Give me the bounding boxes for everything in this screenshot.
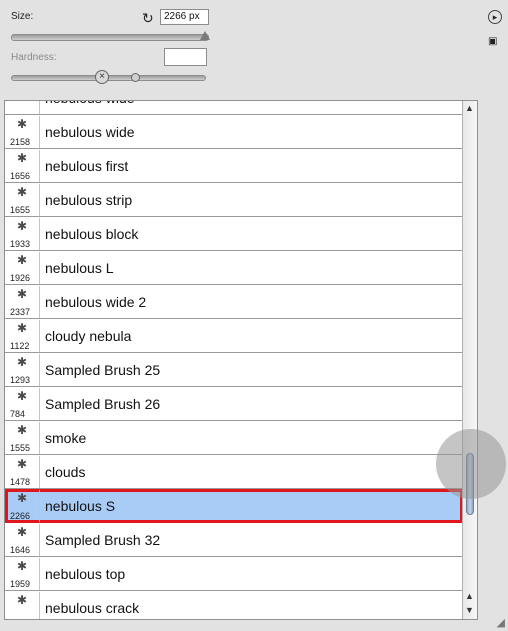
- brush-thumbnail: ✱ 2337: [9, 286, 40, 318]
- brush-thumbnail: ✱: [9, 101, 40, 114]
- brush-row[interactable]: ✱ 2337 nebulous wide 2: [5, 285, 463, 319]
- brush-size: 2266: [10, 511, 31, 521]
- brush-thumbnail: ✱ 1933: [9, 218, 40, 250]
- brush-row[interactable]: ✱ 2158 nebulous wide: [5, 115, 463, 149]
- brush-tip-icon: ✱: [17, 117, 28, 131]
- new-preset-icon[interactable]: ▣: [488, 36, 497, 47]
- brush-thumbnail: ✱ 1293: [9, 354, 40, 386]
- brush-tip-icon: ✱: [17, 287, 28, 301]
- brush-name: clouds: [45, 464, 86, 480]
- brush-name: smoke: [45, 430, 87, 446]
- brush-row[interactable]: ✱ nebulous crack: [5, 591, 463, 619]
- brush-size: 1122: [10, 341, 30, 351]
- brush-size: 1959: [10, 579, 31, 589]
- brush-size: 2337: [10, 307, 31, 317]
- brush-name: cloudy nebula: [45, 328, 132, 344]
- brush-list-panel: ✱ nebulous wide ✱ 2158 nebulous wide ✱ 1656 neb…: [4, 100, 478, 620]
- brush-row[interactable]: ✱ 1933 nebulous block: [5, 217, 463, 251]
- brush-size: 2158: [10, 137, 31, 147]
- brush-thumbnail: ✱ 1122: [9, 320, 40, 352]
- brush-name: nebulous S: [45, 498, 116, 514]
- brush-tip-icon: ✱: [17, 525, 28, 539]
- brush-name: nebulous first: [45, 158, 129, 174]
- brush-row[interactable]: ✱ 1646 Sampled Brush 32: [5, 523, 463, 557]
- reset-icon[interactable]: ↻: [142, 10, 154, 27]
- brush-name: nebulous top: [45, 566, 126, 582]
- brush-size: 1933: [10, 239, 31, 249]
- brush-thumbnail: ✱ 2266: [9, 490, 40, 522]
- scrollbar[interactable]: ▲ ▲ ▼: [462, 101, 477, 619]
- brush-thumbnail: ✱ 784: [9, 388, 40, 420]
- brush-row[interactable]: ✱ 1959 nebulous top: [5, 557, 463, 591]
- brush-name: nebulous crack: [45, 600, 140, 616]
- brush-row[interactable]: ✱ 1478 clouds: [5, 455, 463, 489]
- brush-tip-icon: ✱: [17, 253, 28, 267]
- brush-row[interactable]: ✱ 784 Sampled Brush 26: [5, 387, 463, 421]
- brush-size: 784: [10, 409, 26, 419]
- brush-row[interactable]: ✱ 1122 cloudy nebula: [5, 319, 463, 353]
- scroll-up-bottom-icon[interactable]: ▲: [465, 591, 474, 601]
- brush-size: 1293: [10, 375, 31, 385]
- hardness-secondary-thumb[interactable]: [131, 73, 140, 82]
- hardness-input[interactable]: [164, 48, 207, 66]
- brush-tip-icon: ✱: [17, 151, 28, 165]
- brush-row[interactable]: ✱ 1656 nebulous first: [5, 149, 463, 183]
- brush-thumbnail: ✱ 1646: [9, 524, 40, 556]
- brush-thumbnail: ✱: [9, 592, 40, 619]
- brush-tip-icon: ✱: [17, 219, 28, 233]
- brush-name: nebulous L: [45, 260, 114, 276]
- brush-name: Sampled Brush 26: [45, 396, 161, 412]
- brush-row[interactable]: ✱ 1293 Sampled Brush 25: [5, 353, 463, 387]
- size-label: Size:: [11, 11, 34, 22]
- brush-row[interactable]: ✱ 1926 nebulous L: [5, 251, 463, 285]
- brush-thumbnail: ✱ 1656: [9, 150, 40, 182]
- brush-thumbnail: ✱ 1926: [9, 252, 40, 284]
- brush-thumbnail: ✱ 1555: [9, 422, 40, 454]
- brush-tip-icon: ✱: [17, 593, 28, 607]
- scroll-up-icon[interactable]: ▲: [465, 103, 474, 113]
- brush-size: 1646: [10, 545, 31, 555]
- brush-name: nebulous strip: [45, 192, 133, 208]
- size-input[interactable]: 2266 px: [160, 9, 209, 25]
- hardness-label: Hardness:: [11, 52, 57, 63]
- size-slider-thumb[interactable]: [200, 31, 210, 40]
- brush-name: nebulous block: [45, 226, 139, 242]
- brush-size: 1655: [10, 205, 31, 215]
- brush-row-selected[interactable]: ✱ 2266 nebulous S: [5, 489, 463, 523]
- size-slider-track[interactable]: [11, 34, 209, 41]
- brush-tip-icon: ✱: [17, 355, 28, 369]
- brush-thumbnail: ✱ 1959: [9, 558, 40, 590]
- brush-name: Sampled Brush 25: [45, 362, 161, 378]
- brush-size: 1478: [10, 477, 31, 487]
- brush-name: nebulous wide: [45, 124, 135, 140]
- brush-name: nebulous wide 2: [45, 294, 147, 310]
- brush-row[interactable]: ✱ nebulous wide: [5, 101, 463, 115]
- brush-tip-icon: ✱: [17, 185, 28, 199]
- brush-row[interactable]: ✱ 1655 nebulous strip: [5, 183, 463, 217]
- brush-tip-icon: ✱: [17, 389, 28, 403]
- brush-row[interactable]: ✱ 1555 smoke: [5, 421, 463, 455]
- brush-size: 1656: [10, 171, 31, 181]
- panel-menu-icon[interactable]: ▸: [488, 10, 502, 24]
- brush-name: Sampled Brush 32: [45, 532, 161, 548]
- brush-tip-icon: ✱: [17, 423, 28, 437]
- brush-size: 1555: [10, 443, 31, 453]
- hardness-slider-thumb[interactable]: ×: [95, 70, 109, 84]
- brush-tip-icon: ✱: [17, 457, 28, 471]
- brush-tip-icon: ✱: [17, 559, 28, 573]
- brush-tip-icon: ✱: [17, 491, 28, 505]
- brush-thumbnail: ✱ 1478: [9, 456, 40, 488]
- scroll-down-icon[interactable]: ▼: [465, 605, 474, 615]
- brush-thumbnail: ✱ 2158: [9, 116, 40, 148]
- touch-indicator: [436, 429, 506, 499]
- resize-grip-icon[interactable]: ◢: [497, 616, 505, 629]
- brush-thumbnail: ✱ 1655: [9, 184, 40, 216]
- brush-tip-icon: ✱: [17, 321, 28, 335]
- brush-name: nebulous wide: [45, 101, 135, 106]
- brush-size: 1926: [10, 273, 31, 283]
